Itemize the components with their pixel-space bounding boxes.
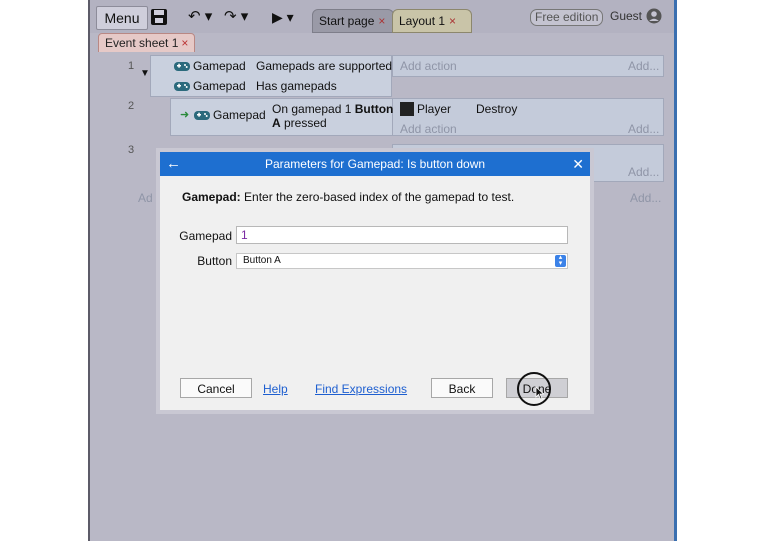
event-number: 3 xyxy=(128,144,135,156)
add-more-link[interactable]: Add... xyxy=(628,165,659,179)
action-object[interactable]: Player xyxy=(417,102,451,116)
condition-text-part: pressed xyxy=(280,116,327,130)
menu-button[interactable]: Menu xyxy=(96,6,148,30)
window-right-edge xyxy=(674,0,677,541)
action-text[interactable]: Destroy xyxy=(476,102,517,116)
tab-label: Layout 1 xyxy=(399,14,446,28)
chevron-updown-icon[interactable]: ▴ ▾ xyxy=(555,254,566,267)
close-icon[interactable]: × xyxy=(378,14,385,28)
dialog-title: Parameters for Gamepad: Is button down xyxy=(264,157,486,171)
trigger-arrow-icon: ➜ xyxy=(180,109,190,121)
condition-row[interactable]: Gamepad xyxy=(174,59,246,73)
add-action-link[interactable]: Add action xyxy=(400,59,457,73)
gamepad-icon xyxy=(174,82,190,92)
dialog-title-bar: ← Parameters for Gamepad: Is button down… xyxy=(160,152,590,176)
guest-label[interactable]: Guest xyxy=(610,9,642,23)
toolbar: Menu ↶ ▾ ↷ ▾ ▶ ▾ Start page × Layout 1 × F… xyxy=(90,0,674,33)
condition-text-part: On gamepad 1 xyxy=(272,102,355,116)
parameter-name: Gamepad: xyxy=(182,190,241,204)
click-indicator xyxy=(517,372,551,406)
undo-icon[interactable]: ↶ ▾ xyxy=(188,6,212,28)
save-icon[interactable] xyxy=(150,8,168,26)
user-icon[interactable] xyxy=(646,8,662,24)
condition-text[interactable]: On gamepad 1 Button A pressed xyxy=(272,102,393,130)
condition-object: Gamepad xyxy=(213,108,266,122)
close-icon[interactable]: × xyxy=(449,14,456,28)
event-number: 1 xyxy=(128,60,135,72)
add-event-link[interactable]: Ad xyxy=(138,191,153,205)
play-icon[interactable]: ▶ ▾ xyxy=(272,6,294,28)
redo-icon[interactable]: ↷ ▾ xyxy=(224,6,248,28)
tab-label: Event sheet 1 xyxy=(105,36,179,50)
condition-object: Gamepad xyxy=(193,59,246,73)
add-more-link[interactable]: Add... xyxy=(628,59,659,73)
back-arrow-icon[interactable]: ← xyxy=(166,152,181,176)
parameter-description: Gamepad: Enter the zero-based index of t… xyxy=(182,190,514,204)
gamepad-icon xyxy=(174,62,190,72)
condition-row[interactable]: Gamepad xyxy=(194,108,266,122)
condition-text[interactable]: Gamepads are supported xyxy=(256,59,392,73)
back-button[interactable]: Back xyxy=(431,378,493,398)
button-select-value: Button A xyxy=(243,255,281,266)
gamepad-icon xyxy=(194,111,210,121)
cancel-button[interactable]: Cancel xyxy=(180,378,252,398)
player-sprite-icon xyxy=(400,102,414,116)
close-icon[interactable]: ✕ xyxy=(572,152,584,176)
tab-start-page[interactable]: Start page × xyxy=(312,9,394,33)
button-select[interactable]: Button A ▴ ▾ xyxy=(236,253,568,269)
event-number: 2 xyxy=(128,100,135,112)
free-edition-badge[interactable]: Free edition xyxy=(530,9,604,26)
parameter-help-text: Enter the zero-based index of the gamepa… xyxy=(240,190,515,204)
find-expressions-link[interactable]: Find Expressions xyxy=(315,382,407,396)
condition-row[interactable]: Gamepad xyxy=(174,79,246,93)
add-action-link[interactable]: Add action xyxy=(400,122,457,136)
tab-event-sheet-1[interactable]: Event sheet 1 × xyxy=(98,33,196,54)
add-more-link[interactable]: Add... xyxy=(630,191,661,205)
condition-object: Gamepad xyxy=(193,79,246,93)
close-icon[interactable]: × xyxy=(181,36,188,50)
gamepad-label: Gamepad xyxy=(179,229,232,243)
add-more-link[interactable]: Add... xyxy=(628,122,659,136)
gamepad-input[interactable]: 1 xyxy=(236,226,568,244)
parameters-dialog: ← Parameters for Gamepad: Is button down… xyxy=(156,148,594,414)
tab-layout-1[interactable]: Layout 1 × xyxy=(392,9,472,33)
button-label: Button xyxy=(197,254,232,268)
help-link[interactable]: Help xyxy=(263,382,288,396)
mouse-pointer-icon xyxy=(535,386,545,400)
collapse-arrow-icon[interactable]: ▼ xyxy=(140,68,150,79)
condition-text-bold: Button xyxy=(354,102,394,116)
condition-text[interactable]: Has gamepads xyxy=(256,79,337,93)
condition-text-bold: A xyxy=(272,116,281,130)
tab-label: Start page xyxy=(319,14,375,28)
